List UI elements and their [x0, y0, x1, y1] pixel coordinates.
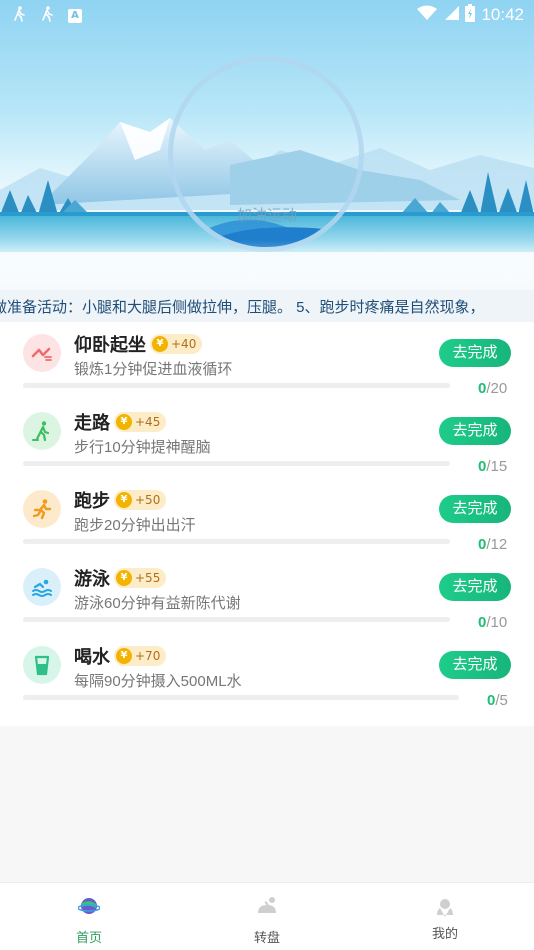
wheel-icon: [258, 897, 276, 913]
coin-icon: ¥: [116, 648, 132, 664]
reward-points: +70: [135, 649, 161, 663]
progress-track: [23, 695, 459, 700]
go-complete-button[interactable]: 去完成: [439, 495, 511, 523]
task-description: 每隔90分钟摄入500ML水: [74, 673, 242, 690]
swim-icon: [23, 568, 61, 606]
go-complete-button[interactable]: 去完成: [439, 651, 511, 679]
wifi-icon: [417, 5, 438, 25]
status-time: 10:42: [481, 5, 524, 24]
task-title: 游泳: [74, 569, 110, 589]
reward-badge: ¥ +70: [114, 646, 167, 666]
coin-icon: ¥: [116, 414, 132, 430]
marquee-text: 做准备活动：小腿和大腿后侧做拉伸，压腿。 5、跑步时疼痛是自然现象，: [0, 299, 485, 316]
tips-marquee: 做准备活动：小腿和大腿后侧做拉伸，压腿。 5、跑步时疼痛是自然现象，: [0, 290, 534, 322]
progress-track: [23, 617, 450, 622]
total-count: /12: [486, 536, 508, 553]
coin-icon: ¥: [116, 492, 132, 508]
task-description: 跑步20分钟出出汗: [74, 517, 196, 534]
progress-track: [23, 383, 450, 388]
reward-badge: ¥ +55: [114, 568, 167, 588]
water-glass-icon: [23, 646, 61, 684]
nav-wheel[interactable]: 转盘: [178, 883, 356, 950]
run-icon: [23, 490, 61, 528]
progress-count: 0/10: [478, 614, 507, 631]
go-complete-button[interactable]: 去完成: [439, 417, 511, 445]
hero-banner: A 10:42 加油运动: [0, 0, 534, 290]
situp-icon: [23, 334, 61, 372]
task-description: 步行10分钟提神醒脑: [74, 439, 211, 456]
reward-badge: ¥ +40: [150, 334, 203, 354]
reward-badge: ¥ +50: [114, 490, 167, 510]
total-count: /5: [495, 692, 508, 709]
planet-icon: [78, 898, 100, 914]
a-badge-icon: A: [68, 9, 82, 23]
walk-icon: [12, 6, 26, 26]
progress-count: 0/20: [478, 380, 507, 397]
nav-label: 我的: [431, 926, 458, 941]
task-item-swim: 游泳 ¥ +55 游泳60分钟有益新陈代谢 去完成 0/10: [0, 556, 534, 634]
reward-points: +45: [135, 415, 161, 429]
hero-fade: [0, 240, 534, 290]
status-right: 10:42: [417, 4, 524, 26]
total-count: /10: [486, 614, 508, 631]
task-item-situp: 仰卧起坐 ¥ +40 锻炼1分钟促进血液循环 去完成 0/20: [0, 322, 534, 400]
task-title: 喝水: [74, 647, 110, 667]
nav-label: 转盘: [253, 930, 280, 945]
nav-home[interactable]: 首页: [0, 883, 178, 950]
progress-track: [23, 539, 450, 544]
reward-points: +50: [135, 493, 161, 507]
task-description: 锻炼1分钟促进血液循环: [74, 361, 233, 378]
total-count: /15: [486, 458, 508, 475]
walk-icon: [40, 6, 54, 26]
task-item-run: 跑步 ¥ +50 跑步20分钟出出汗 去完成 0/12: [0, 478, 534, 556]
ring-label: 加油运动: [236, 206, 297, 224]
signal-icon: [443, 5, 460, 25]
go-complete-button[interactable]: 去完成: [439, 573, 511, 601]
status-bar: A 10:42: [0, 0, 534, 30]
task-title: 仰卧起坐: [74, 335, 146, 355]
reward-badge: ¥ +45: [114, 412, 167, 432]
nav-profile[interactable]: 我的: [356, 883, 534, 950]
task-description: 游泳60分钟有益新陈代谢: [74, 595, 241, 612]
nav-label: 首页: [75, 930, 102, 945]
battery-icon: [465, 4, 476, 26]
walk-icon: [23, 412, 61, 450]
reward-points: +40: [171, 337, 197, 351]
progress-count: 0/5: [487, 692, 508, 709]
coin-icon: ¥: [116, 570, 132, 586]
coin-icon: ¥: [152, 336, 168, 352]
progress-count: 0/15: [478, 458, 507, 475]
progress-track: [23, 461, 450, 466]
task-item-walk: 走路 ¥ +45 步行10分钟提神醒脑 去完成 0/15: [0, 400, 534, 478]
task-title: 走路: [74, 413, 110, 433]
total-count: /20: [486, 380, 508, 397]
task-list: 仰卧起坐 ¥ +40 锻炼1分钟促进血液循环 去完成 0/20 走路 ¥ +45…: [0, 322, 534, 726]
task-item-water: 喝水 ¥ +70 每隔90分钟摄入500ML水 去完成 0/5: [0, 634, 534, 712]
reward-points: +55: [135, 571, 161, 585]
progress-count: 0/12: [478, 536, 507, 553]
bottom-navigation: 首页 转盘 我的: [0, 882, 534, 950]
profile-icon: [437, 899, 453, 917]
status-left-icons: A: [12, 6, 82, 26]
task-title: 跑步: [74, 491, 110, 511]
go-complete-button[interactable]: 去完成: [439, 339, 511, 367]
